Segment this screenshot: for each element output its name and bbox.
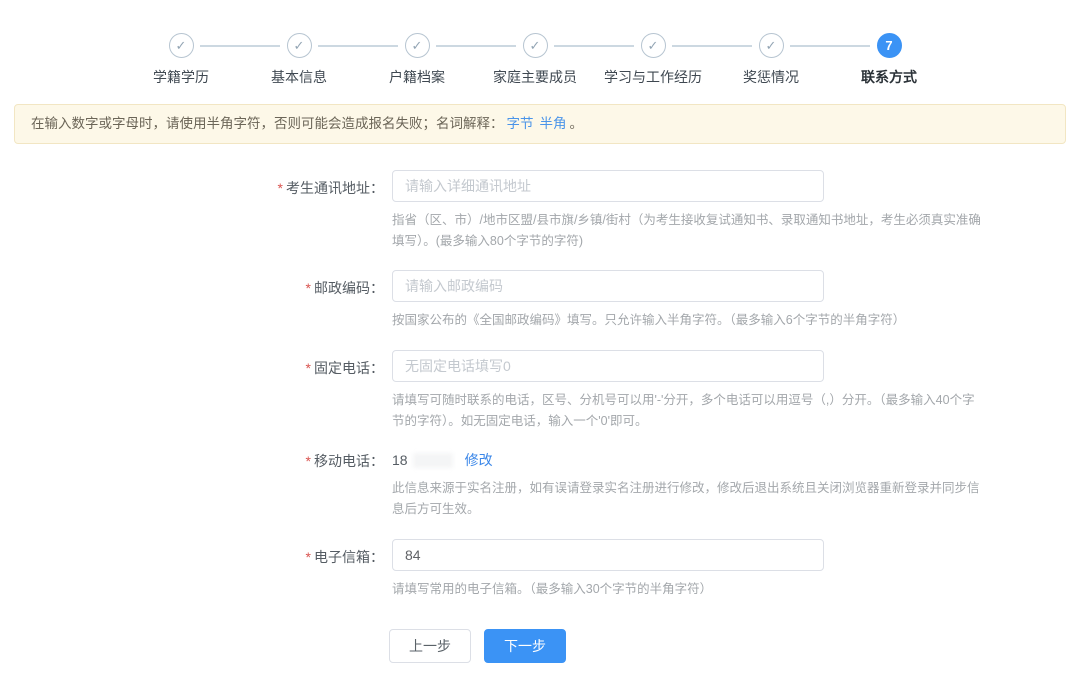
previous-step-button[interactable]: 上一步 [389,629,471,663]
required-asterisk: * [306,280,311,296]
redaction-blur [413,453,453,468]
step-check-icon: ✓ [641,33,666,58]
required-asterisk: * [306,549,311,565]
field-row-mobile-phone: *移动电话： 18 修改 此信息来源于实名注册，如有误请登录实名注册进行修改，修… [0,450,1080,519]
check-icon: ✓ [294,39,305,52]
check-icon: ✓ [412,39,423,52]
step-label-2: 基本信息 [271,67,327,87]
step-item-7-current: 7 联系方式 [830,33,948,87]
required-asterisk: * [306,453,311,469]
step-label-1: 学籍学历 [153,67,209,87]
contact-info-form: *考生通讯地址： 指省（区、市）/地市区盟/县市旗/乡镇/街村（为考生接收复试通… [0,170,1080,663]
field-row-address: *考生通讯地址： 指省（区、市）/地市区盟/县市旗/乡镇/街村（为考生接收复试通… [0,170,1080,251]
step-check-icon: ✓ [287,33,312,58]
mobile-phone-label: *移动电话： [0,450,392,519]
address-input[interactable] [392,170,824,202]
field-row-postcode: *邮政编码： 按国家公布的《全国邮政编码》填写。只允许输入半角字符。（最多输入6… [0,270,1080,331]
field-row-fixed-phone: *固定电话： 请填写可随时联系的电话，区号、分机号可以用'-'分开，多个电话可以… [0,350,1080,431]
halfwidth-notice-banner: 在输入数字或字母时，请使用半角字符，否则可能会造成报名失败；名词解释：字节半角。 [14,104,1066,144]
step-item-5[interactable]: ✓ 学习与工作经历 [594,33,712,87]
step-item-4[interactable]: ✓ 家庭主要成员 [476,33,594,87]
address-label: *考生通讯地址： [0,170,392,251]
postcode-help-text: 按国家公布的《全国邮政编码》填写。只允许输入半角字符。（最多输入6个字节的半角字… [392,310,982,331]
check-icon: ✓ [648,39,659,52]
email-input[interactable] [392,539,824,571]
next-step-button[interactable]: 下一步 [484,629,566,663]
mobile-phone-value: 18 [392,452,408,468]
link-byte-definition[interactable]: 字节 [507,116,534,131]
postcode-label: *邮政编码： [0,270,392,331]
email-label: *电子信箱： [0,539,392,600]
step-label-5: 学习与工作经历 [604,67,702,87]
step-check-icon: ✓ [405,33,430,58]
step-check-icon: ✓ [523,33,548,58]
step-label-7: 联系方式 [861,67,917,87]
step-number: 7 [885,39,892,52]
email-help-text: 请填写常用的电子信箱。（最多输入30个字节的半角字符） [392,579,982,600]
step-label-6: 奖惩情况 [743,67,799,87]
check-icon: ✓ [176,39,187,52]
step-item-6[interactable]: ✓ 奖惩情况 [712,33,830,87]
step-check-icon: ✓ [169,33,194,58]
step-item-3[interactable]: ✓ 户籍档案 [358,33,476,87]
required-asterisk: * [278,180,283,196]
fixed-phone-input[interactable] [392,350,824,382]
notice-period: 。 [570,116,584,131]
notice-text: 在输入数字或字母时，请使用半角字符，否则可能会造成报名失败；名词解释： [31,116,504,131]
step-check-icon: ✓ [759,33,784,58]
postcode-input[interactable] [392,270,824,302]
step-label-3: 户籍档案 [389,67,445,87]
fixed-phone-help-text: 请填写可随时联系的电话，区号、分机号可以用'-'分开，多个电话可以用逗号（,）分… [392,390,982,431]
check-icon: ✓ [766,39,777,52]
step-item-1[interactable]: ✓ 学籍学历 [122,33,240,87]
form-actions: 上一步 下一步 [389,629,1080,663]
link-halfwidth-definition[interactable]: 半角 [540,116,567,131]
step-number-badge: 7 [877,33,902,58]
required-asterisk: * [306,360,311,376]
check-icon: ✓ [530,39,541,52]
step-item-2[interactable]: ✓ 基本信息 [240,33,358,87]
mobile-phone-help-text: 此信息来源于实名注册，如有误请登录实名注册进行修改，修改后退出系统且关闭浏览器重… [392,478,982,519]
modify-mobile-link[interactable]: 修改 [465,450,493,470]
address-help-text: 指省（区、市）/地市区盟/县市旗/乡镇/街村（为考生接收复试通知书、录取通知书地… [392,210,982,251]
wizard-stepper: ✓ 学籍学历 ✓ 基本信息 ✓ 户籍档案 ✓ 家庭主要成员 ✓ 学习与工作经历 … [122,33,952,87]
fixed-phone-label: *固定电话： [0,350,392,431]
field-row-email: *电子信箱： 请填写常用的电子信箱。（最多输入30个字节的半角字符） [0,539,1080,600]
step-label-4: 家庭主要成员 [493,67,577,87]
